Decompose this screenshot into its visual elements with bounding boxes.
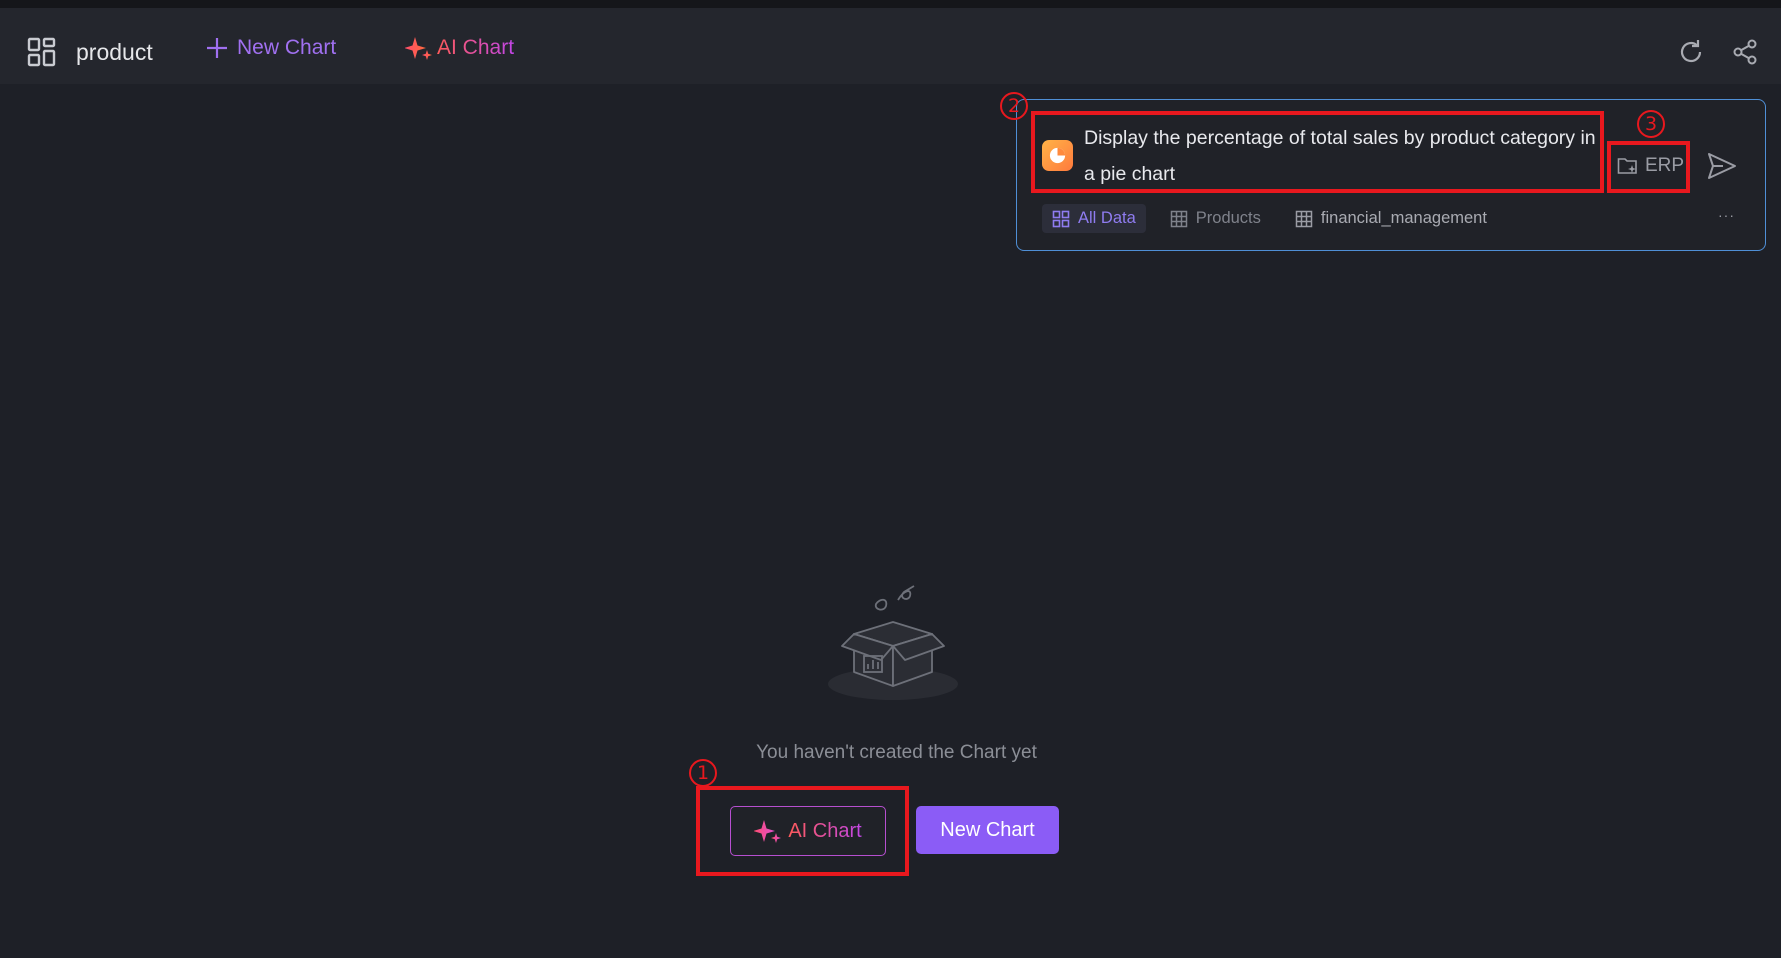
table-icon bbox=[1295, 210, 1313, 227]
tab-products[interactable]: Products bbox=[1160, 204, 1271, 233]
grid-icon bbox=[1052, 210, 1070, 227]
top-bar: product New Chart AI Chart bbox=[0, 0, 1781, 84]
annotation-box-3 bbox=[1607, 141, 1690, 193]
annotation-box-2 bbox=[1031, 111, 1604, 193]
new-chart-button[interactable]: New Chart bbox=[205, 36, 336, 60]
top-actions bbox=[1677, 38, 1759, 66]
dashboard-title-group: product bbox=[26, 32, 153, 72]
annotation-marker-2: 2 bbox=[1000, 92, 1028, 120]
empty-box-illustration bbox=[828, 585, 958, 700]
table-icon bbox=[1170, 210, 1188, 227]
data-scope-tabs: All Data Products financial_management bbox=[1042, 204, 1497, 233]
tab-label: Products bbox=[1195, 209, 1261, 227]
ai-chart-label: AI Chart bbox=[437, 36, 515, 59]
empty-state-message: You haven't created the Chart yet bbox=[756, 742, 1037, 763]
tab-label: financial_management bbox=[1320, 209, 1487, 227]
annotation-box-1 bbox=[696, 786, 909, 876]
annotation-marker-3: 3 bbox=[1637, 110, 1665, 138]
annotation-marker-1: 1 bbox=[689, 759, 717, 787]
ai-chart-button[interactable]: AI Chart bbox=[405, 36, 514, 60]
tab-all-data[interactable]: All Data bbox=[1042, 204, 1146, 233]
share-icon[interactable] bbox=[1731, 38, 1759, 66]
new-chart-label: New Chart bbox=[237, 36, 337, 59]
sparkle-icon bbox=[405, 37, 432, 60]
refresh-icon[interactable] bbox=[1677, 38, 1705, 66]
tab-financial-management[interactable]: financial_management bbox=[1285, 204, 1497, 233]
page-title: product bbox=[76, 38, 153, 65]
send-icon[interactable] bbox=[1707, 152, 1737, 180]
more-options-button[interactable]: ··· bbox=[1718, 207, 1735, 223]
tab-label: All Data bbox=[1078, 209, 1136, 227]
empty-new-chart-button[interactable]: New Chart bbox=[916, 806, 1059, 854]
plus-icon bbox=[207, 38, 227, 58]
dashboard-icon bbox=[27, 37, 56, 67]
